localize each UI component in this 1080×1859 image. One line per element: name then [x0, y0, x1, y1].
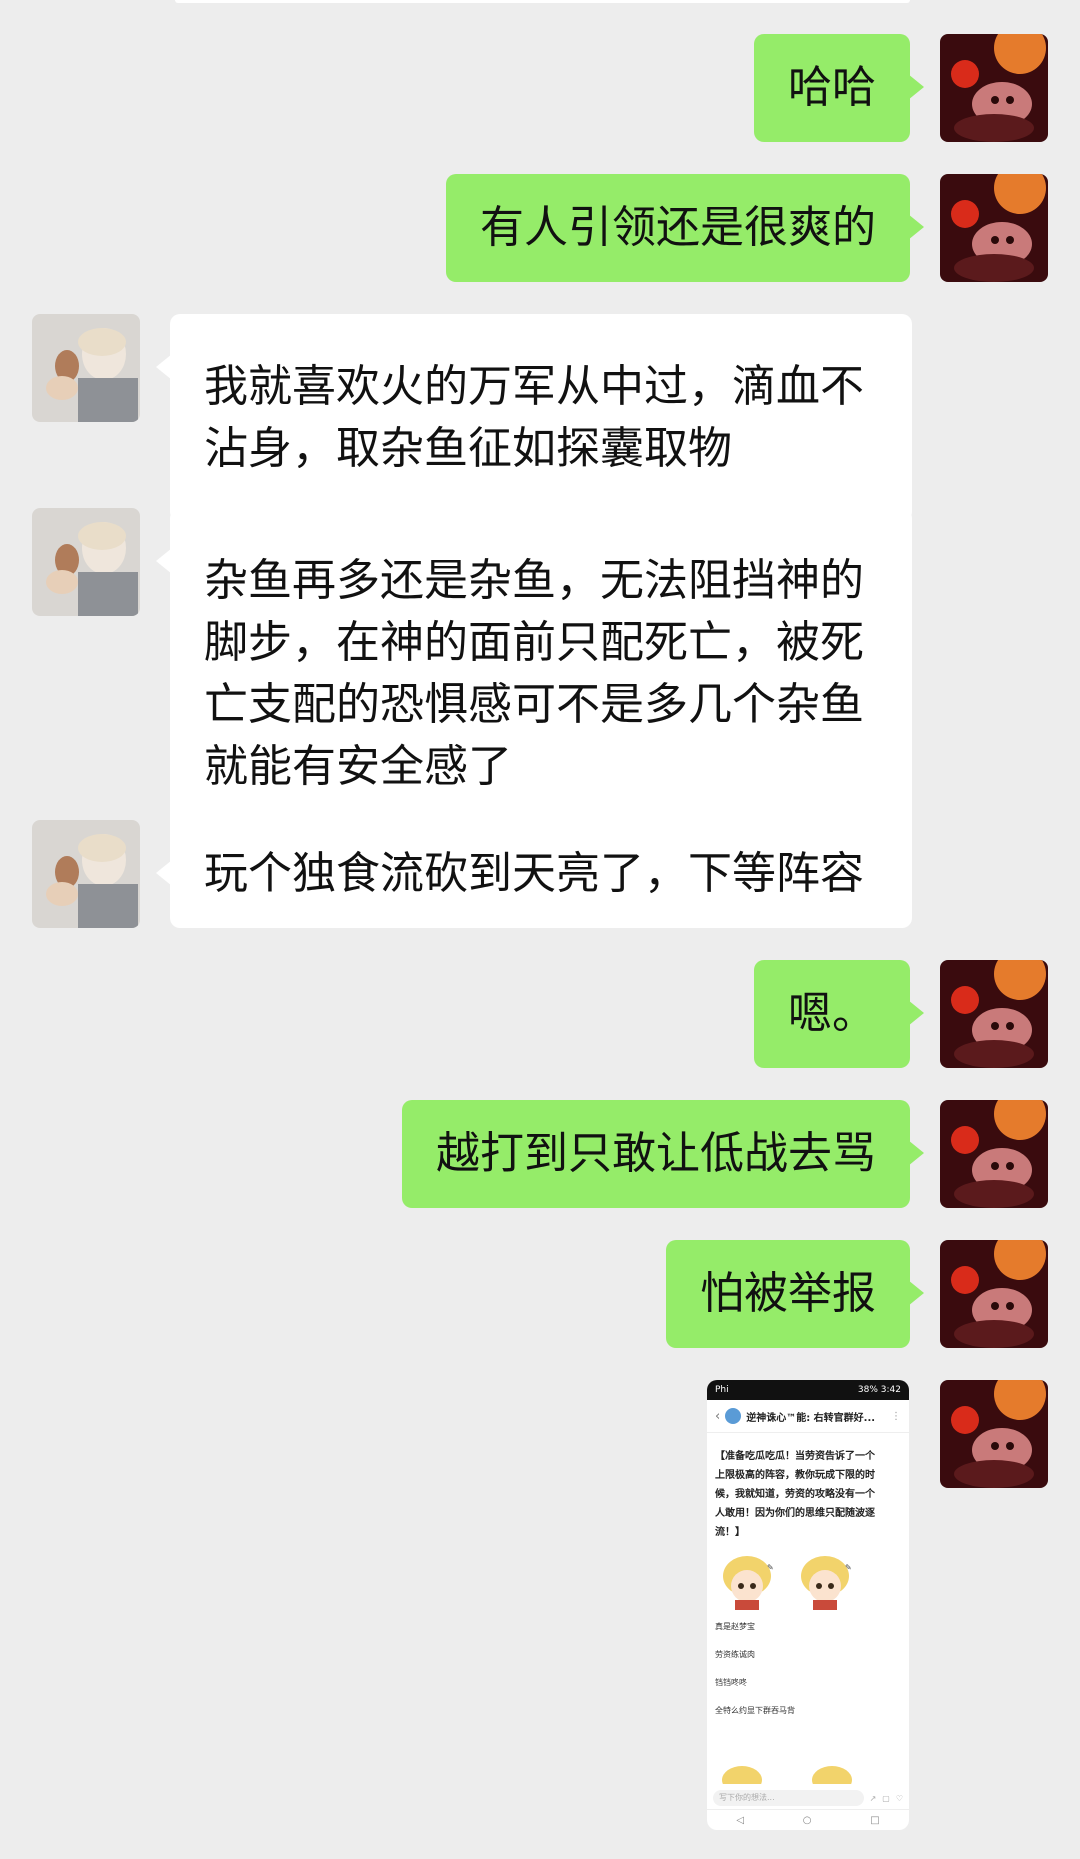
sticker-caption: 铛铛咚咚 — [715, 1678, 747, 1687]
contact-avatar[interactable] — [32, 508, 140, 616]
sticker-caption: 真是赵梦宝 — [715, 1622, 755, 1631]
nav-back-icon: ◁ — [736, 1814, 745, 1826]
message-bubble[interactable]: 杂鱼再多还是杂鱼，无法阻挡神的 脚步，在神的面前只配死亡，被死 亡支配的恐惧感可不是… — [156, 508, 912, 840]
message-bubble[interactable]: 哈哈 — [754, 34, 924, 142]
group-icon — [725, 1408, 742, 1424]
my-avatar[interactable] — [940, 1100, 1048, 1208]
back-icon: ‹ — [715, 1408, 721, 1424]
sticker-image: ✎ — [723, 1556, 774, 1610]
message-bubble[interactable]: 怕被举报 — [666, 1240, 924, 1348]
svg-text:✎: ✎ — [845, 1563, 852, 1572]
my-avatar[interactable] — [940, 960, 1048, 1068]
my-avatar[interactable] — [940, 1240, 1048, 1348]
sticker-image: ✎ — [801, 1556, 852, 1610]
shot-input-bar: 写下你的想法... ↗ ▢ ♡ — [713, 1788, 903, 1808]
shot-status-bar: Phi 38% 3:42 — [707, 1380, 909, 1400]
contact-avatar[interactable] — [32, 314, 140, 422]
sticker-caption: 全特么约显下群吞马背 — [715, 1706, 795, 1715]
shot-title: 逆神诛心™能: 右转官群好... — [746, 1412, 876, 1424]
like-icon: ♡ — [895, 1793, 903, 1803]
sticker-row-partial — [717, 1766, 857, 1784]
svg-text:✎: ✎ — [767, 1563, 774, 1572]
nav-home-icon: ○ — [802, 1814, 812, 1826]
more-icon: ⋮ — [891, 1410, 901, 1422]
sticker-image — [722, 1766, 762, 1784]
contact-avatar[interactable] — [32, 820, 140, 928]
image-message-screenshot[interactable]: Phi 38% 3:42 ‹ 逆神诛心™能: 右转官群好... ⋮ 【准备吃瓜吃… — [707, 1380, 909, 1830]
shot-post-text: 【准备吃瓜吃瓜！当劳资告诉了一个 上限极高的阵容，教你玩成下限的时 候，我就知道… — [715, 1451, 875, 1538]
message-bubble[interactable]: 嗯。 — [754, 960, 924, 1068]
my-avatar[interactable] — [940, 1380, 1048, 1488]
share-icon: ↗ — [869, 1793, 877, 1803]
nav-recent-icon: □ — [870, 1814, 880, 1826]
message-bubble[interactable]: 玩个独食流砍到天亮了，下等阵容 — [156, 820, 912, 928]
message-bubble[interactable]: 有人引领还是很爽的 — [446, 174, 924, 282]
shot-nav-bar: ◁ ○ □ — [707, 1809, 909, 1830]
sticker-caption: 劳资练诚肉 — [715, 1650, 755, 1659]
sticker-image — [812, 1766, 852, 1784]
message-bubble[interactable]: 我就喜欢火的万军从中过，滴血不 沾身，取杂鱼征如探囊取物 — [156, 314, 912, 522]
shot-header: ‹ 逆神诛心™能: 右转官群好... ⋮ — [707, 1400, 909, 1433]
comment-icon: ▢ — [882, 1793, 890, 1803]
message-bubble[interactable]: 越打到只敢让低战去骂 — [402, 1100, 924, 1208]
shot-input: 写下你的想法... — [713, 1790, 864, 1806]
my-avatar[interactable] — [940, 174, 1048, 282]
sticker-row: ✎ ✎ — [707, 1542, 909, 1610]
my-avatar[interactable] — [940, 34, 1048, 142]
previous-bubble-edge — [175, 0, 910, 3]
